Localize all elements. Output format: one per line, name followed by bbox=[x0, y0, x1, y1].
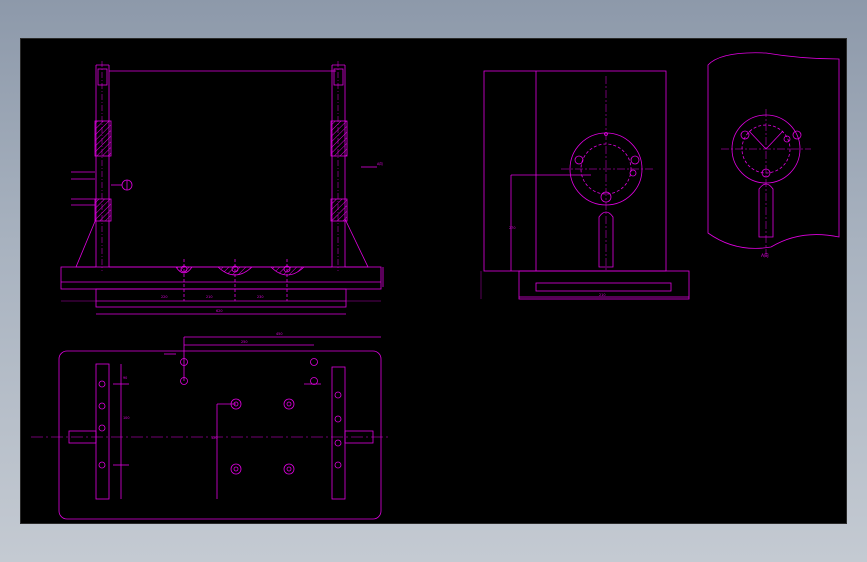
front-dim-3: 230 bbox=[257, 295, 263, 299]
cad-drawing-canvas[interactable]: A向 220 210 230 620 450 250 120 90 100 27… bbox=[20, 38, 847, 524]
front-dim-1: 220 bbox=[161, 295, 167, 299]
detail-view bbox=[707, 52, 840, 259]
top-view bbox=[31, 336, 391, 520]
top-dim-4: 90 bbox=[123, 376, 127, 380]
side-dim-2: 210 bbox=[599, 293, 605, 297]
front-dim-4: 620 bbox=[216, 309, 222, 313]
top-dim-5: 100 bbox=[123, 416, 129, 420]
top-dim-2: 250 bbox=[241, 340, 247, 344]
detail-view-label: A向 bbox=[761, 252, 769, 259]
side-dim-1: 270 bbox=[509, 226, 515, 230]
front-dim-2: 210 bbox=[206, 295, 212, 299]
cad-drawing: A向 220 210 230 620 450 250 120 90 100 27… bbox=[31, 52, 840, 520]
side-view bbox=[480, 70, 690, 300]
top-dim-3: 120 bbox=[211, 436, 217, 440]
front-view bbox=[60, 61, 384, 315]
top-dim-1: 450 bbox=[276, 332, 282, 336]
front-view-side-label: A向 bbox=[377, 161, 383, 166]
